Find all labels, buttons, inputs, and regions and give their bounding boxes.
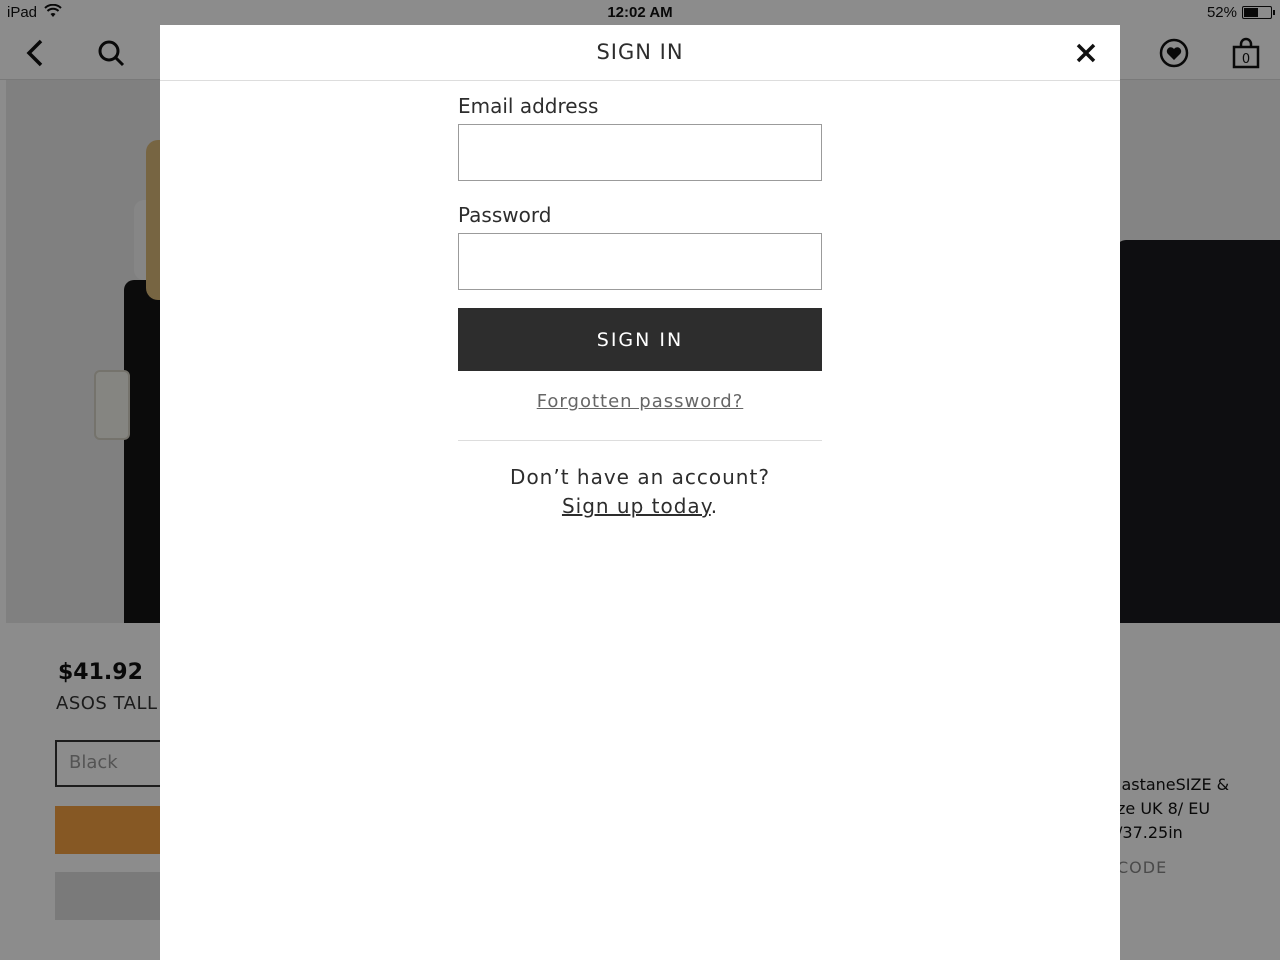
password-label: Password: [458, 203, 552, 227]
signup-suffix: .: [710, 494, 719, 518]
forgot-password-link[interactable]: Forgotten password?: [537, 391, 744, 412]
modal-header: SIGN IN: [160, 25, 1120, 81]
modal-title: SIGN IN: [596, 40, 684, 64]
signup-prompt-block: Don’t have an account? Sign up today.: [458, 463, 822, 521]
email-field[interactable]: [458, 124, 822, 181]
close-icon[interactable]: [1072, 39, 1100, 67]
sign-in-button[interactable]: SIGN IN: [458, 308, 822, 371]
signup-line: Sign up today.: [458, 492, 822, 521]
password-field[interactable]: [458, 233, 822, 290]
signup-prompt: Don’t have an account?: [510, 465, 770, 489]
divider: [458, 440, 822, 441]
sign-in-modal: SIGN IN Email address Password SIGN IN F…: [160, 25, 1120, 960]
sign-up-link[interactable]: Sign up today: [562, 494, 711, 518]
forgot-password-row: Forgotten password?: [458, 391, 822, 421]
email-label: Email address: [458, 94, 599, 118]
sign-in-form: Email address Password SIGN IN Forgotten…: [458, 92, 822, 521]
